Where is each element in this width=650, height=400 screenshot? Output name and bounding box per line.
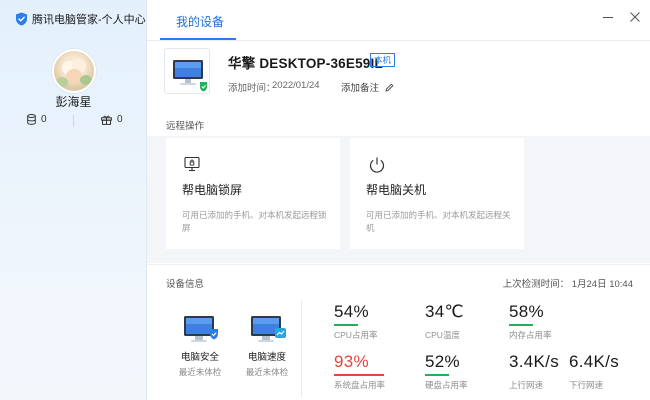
info-section-label: 设备信息: [166, 279, 205, 290]
edit-pencil-icon: [385, 83, 394, 92]
info-divider: [147, 264, 650, 265]
added-time-value: 2022/01/24: [272, 80, 320, 91]
metric-hard-disk: 52% 硬盘占用率: [425, 353, 468, 391]
metric-cpu-temp: 34℃ CPU温度: [425, 303, 464, 341]
metric-bar: [509, 374, 533, 376]
add-remark-label: 添加备注: [341, 83, 380, 94]
stat-coins[interactable]: 0: [27, 114, 47, 125]
database-icon: [27, 114, 36, 125]
add-remark-button[interactable]: 添加备注: [341, 80, 394, 94]
shutdown-title: 帮电脑关机: [366, 183, 427, 197]
device-thumbnail: [164, 48, 210, 94]
pc-speed-title: 电脑速度: [247, 352, 286, 363]
local-device-badge: 本机: [370, 53, 396, 67]
metric-value: 93%: [334, 352, 369, 371]
lock-screen-desc: 可用已添加的手机、对本机发起远程锁屏: [182, 210, 327, 233]
shield-logo-icon: [16, 12, 27, 26]
shutdown-desc: 可用已添加的手机、对本机发起远程关机: [366, 210, 511, 233]
power-icon: [369, 157, 385, 173]
tab-my-devices[interactable]: 我的设备: [176, 13, 224, 30]
metric-value: 52%: [425, 352, 460, 371]
metric-value: 3.4K/s: [509, 352, 559, 371]
metric-bar: [425, 324, 449, 326]
user-name: 彭海星: [55, 95, 92, 109]
stat-gifts[interactable]: 0: [101, 114, 123, 125]
gift-icon: [101, 115, 112, 125]
pc-speed-tile[interactable]: 电脑速度 最近未体检: [237, 313, 297, 378]
device-name: 华擎 DESKTOP-36E59IL: [228, 56, 383, 71]
last-check-time: 上次检测时间： 1月24日 10:44: [502, 279, 633, 290]
monitor-speed-icon: [251, 316, 286, 342]
metric-value: 34℃: [425, 302, 464, 321]
metric-label: 系统盘占用率: [334, 380, 386, 390]
pc-security-tile[interactable]: 电脑安全 最近未体检: [170, 313, 230, 378]
app-title-text: 腾讯电脑管家-个人中心: [32, 14, 146, 26]
metric-bar: [569, 374, 593, 376]
sidebar: 腾讯电脑管家-个人中心 彭海星 0 0: [0, 0, 147, 400]
metric-label: 上行网速: [509, 380, 544, 390]
metric-value: 58%: [509, 302, 544, 321]
metric-memory-usage: 58% 内存占用率: [509, 303, 552, 341]
metric-system-disk: 93% 系统盘占用率: [334, 353, 385, 391]
lock-screen-title: 帮电脑锁屏: [182, 183, 243, 197]
header-divider: [147, 40, 650, 41]
remote-section-label: 远程操作: [166, 121, 205, 132]
metric-bar: [425, 374, 449, 376]
added-time-label: 添加时间：: [228, 83, 276, 94]
metric-bar: [334, 324, 358, 326]
metric-label: CPU温度: [425, 330, 460, 340]
pc-security-title: 电脑安全: [180, 352, 219, 363]
app-title: 腾讯电脑管家-个人中心: [15, 11, 146, 27]
monitor-shield-icon: [184, 316, 218, 342]
metric-label: 下行网速: [569, 380, 604, 390]
metric-value: 54%: [334, 302, 369, 321]
pc-speed-sub: 最近未体检: [245, 367, 289, 377]
metric-label: 内存占用率: [509, 330, 552, 340]
close-icon[interactable]: [628, 10, 642, 24]
shutdown-card[interactable]: 帮电脑关机 可用已添加的手机、对本机发起远程关机: [350, 138, 524, 249]
minimize-icon[interactable]: [601, 10, 615, 24]
metric-label: CPU占用率: [334, 330, 378, 340]
stat-coins-value: 0: [41, 114, 47, 125]
metric-upload-speed: 3.4K/s 上行网速: [509, 353, 559, 391]
metric-label: 硬盘占用率: [425, 380, 468, 390]
metric-value: 6.4K/s: [569, 352, 619, 371]
avatar[interactable]: [52, 49, 96, 93]
monitor-icon: [173, 60, 207, 92]
metric-download-speed: 6.4K/s 下行网速: [569, 353, 619, 391]
metric-bar: [509, 324, 533, 326]
metric-cpu-usage: 54% CPU占用率: [334, 303, 377, 341]
lock-screen-card[interactable]: 帮电脑锁屏 可用已添加的手机、对本机发起远程锁屏: [166, 138, 340, 249]
lock-screen-icon: [184, 156, 200, 172]
info-vertical-divider: [301, 301, 302, 397]
metric-bar: [334, 374, 384, 376]
stat-divider: [73, 115, 74, 127]
pc-security-sub: 最近未体检: [178, 367, 222, 377]
stat-gifts-value: 0: [117, 114, 123, 125]
